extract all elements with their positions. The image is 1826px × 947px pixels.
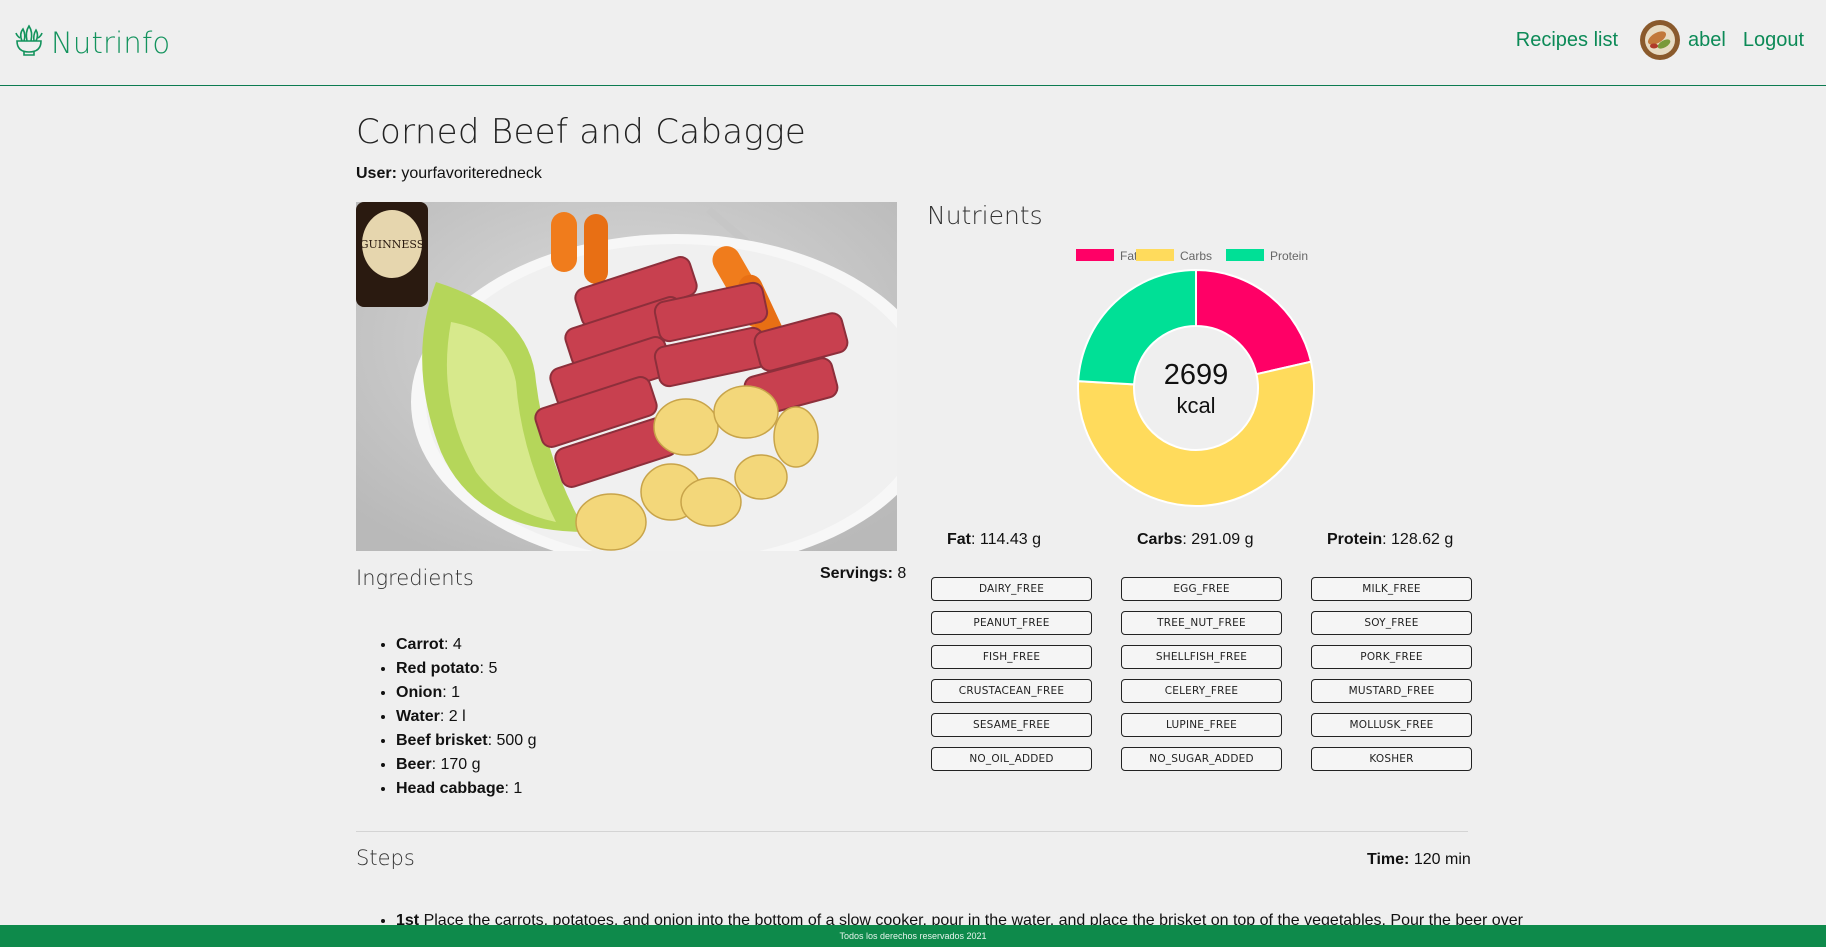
health-label-tag: CRUSTACEAN_FREE — [931, 679, 1092, 703]
ingredient-quantity: : 4 — [444, 636, 462, 653]
author-name: yourfavoriteredneck — [401, 165, 542, 182]
ingredient-list: Carrot: 4 Red potato: 5 Onion: 1 Water: … — [396, 633, 537, 801]
health-label-tag: MOLLUSK_FREE — [1311, 713, 1472, 737]
health-label-tag: TREE_NUT_FREE — [1121, 611, 1282, 635]
health-label-tag: MILK_FREE — [1311, 577, 1472, 601]
legend-swatch-fat[interactable] — [1076, 249, 1114, 261]
ingredient-name: Head cabbage — [396, 780, 505, 797]
ingredient-name: Carrot — [396, 636, 445, 653]
carbs-value: : 291.09 g — [1182, 531, 1254, 548]
time-value: 120 min — [1413, 851, 1471, 868]
health-label-tag: LUPINE_FREE — [1121, 713, 1282, 737]
ingredient-item: Beef brisket: 500 g — [396, 729, 537, 753]
ingredient-quantity: : 2 l — [439, 708, 466, 725]
legend-label-carbs[interactable]: Carbs — [1180, 249, 1212, 263]
health-label-tag: DAIRY_FREE — [931, 577, 1092, 601]
legend-label-fat[interactable]: Fat — [1120, 249, 1138, 263]
salad-bowl-icon — [14, 24, 44, 61]
ingredient-name: Onion — [396, 684, 443, 701]
ingredient-quantity: : 1 — [442, 684, 461, 701]
fat-value: : 114.43 g — [971, 531, 1041, 548]
servings: Servings: 8 — [820, 565, 906, 583]
top-navbar: Nutrinfo Recipes list abel Logout — [0, 0, 1826, 86]
ingredient-item: Beer: 170 g — [396, 753, 537, 777]
health-label-tag: SESAME_FREE — [931, 713, 1092, 737]
username-link[interactable]: abel — [1688, 29, 1726, 52]
time-label: Time: — [1367, 851, 1410, 868]
ingredient-name: Beef brisket — [396, 732, 488, 749]
cooking-time: Time: 120 min — [1367, 851, 1471, 869]
fat-total: Fat: 114.43 g — [947, 531, 1041, 549]
ingredient-quantity: : 500 g — [487, 732, 537, 749]
health-label-tag: NO_SUGAR_ADDED — [1121, 747, 1282, 771]
servings-value: 8 — [897, 565, 907, 582]
user-nav: Recipes list abel Logout — [1516, 20, 1804, 60]
footer-text: Todos los derechos reservados 2021 — [839, 931, 987, 941]
ingredient-quantity: : 170 g — [431, 756, 481, 773]
svg-text:GUINNESS: GUINNESS — [360, 238, 425, 251]
health-label-tag: CELERY_FREE — [1121, 679, 1282, 703]
ingredient-item: Carrot: 4 — [396, 633, 537, 657]
brand-link[interactable]: Nutrinfo — [14, 24, 170, 61]
ingredient-quantity: : 1 — [504, 780, 523, 797]
ingredient-name: Beer — [396, 756, 432, 773]
author-label: User: — [356, 165, 397, 182]
servings-label: Servings: — [820, 565, 893, 582]
legend-swatch-carbs[interactable] — [1136, 249, 1174, 261]
ingredient-item: Water: 2 l — [396, 705, 537, 729]
health-label-tag: KOSHER — [1311, 747, 1472, 771]
fat-label: Fat — [947, 531, 971, 548]
health-label-tag: MUSTARD_FREE — [1311, 679, 1472, 703]
legend-label-protein[interactable]: Protein — [1270, 249, 1308, 263]
footer: Todos los derechos reservados 2021 — [0, 925, 1826, 947]
ingredients-heading: Ingredients — [356, 566, 474, 590]
logout-link[interactable]: Logout — [1743, 29, 1804, 52]
kcal-value: 2699 — [1164, 359, 1229, 391]
ingredient-item: Red potato: 5 — [396, 657, 537, 681]
carbs-total: Carbs: 291.09 g — [1137, 531, 1254, 549]
health-label-tag: NO_OIL_ADDED — [931, 747, 1092, 771]
steps-heading: Steps — [356, 846, 415, 870]
ingredient-item: Head cabbage: 1 — [396, 777, 537, 801]
page-title: Corned Beef and Cabagge — [356, 112, 807, 152]
protein-label: Protein — [1327, 531, 1383, 548]
protein-total: Protein: 128.62 g — [1327, 531, 1453, 549]
recipe-image: GUINNESS — [356, 202, 897, 551]
ingredient-quantity: : 5 — [479, 660, 498, 677]
health-label-tag: PORK_FREE — [1311, 645, 1472, 669]
ingredient-name: Red potato — [396, 660, 480, 677]
health-label-tag: FISH_FREE — [931, 645, 1092, 669]
recipe-author: User: yourfavoriteredneck — [356, 165, 542, 183]
brand-name: Nutrinfo — [51, 25, 171, 60]
section-divider — [356, 831, 1468, 832]
nutrients-heading: Nutrients — [927, 201, 1043, 230]
recipes-list-link[interactable]: Recipes list — [1516, 29, 1618, 52]
kcal-unit: kcal — [1176, 393, 1215, 418]
protein-value: : 128.62 g — [1382, 531, 1454, 548]
legend-swatch-protein[interactable] — [1226, 249, 1264, 261]
health-label-tag: EGG_FREE — [1121, 577, 1282, 601]
ingredient-item: Onion: 1 — [396, 681, 537, 705]
health-label-tag: PEANUT_FREE — [931, 611, 1092, 635]
avatar[interactable] — [1640, 20, 1681, 60]
carbs-label: Carbs — [1137, 531, 1183, 548]
health-labels: DAIRY_FREE EGG_FREE MILK_FREE PEANUT_FRE… — [931, 577, 1472, 771]
nutrients-donut-chart: Fat Carbs Protein 2699kcal — [1076, 249, 1315, 507]
ingredient-name: Water — [396, 708, 440, 725]
health-label-tag: SOY_FREE — [1311, 611, 1472, 635]
health-label-tag: SHELLFISH_FREE — [1121, 645, 1282, 669]
